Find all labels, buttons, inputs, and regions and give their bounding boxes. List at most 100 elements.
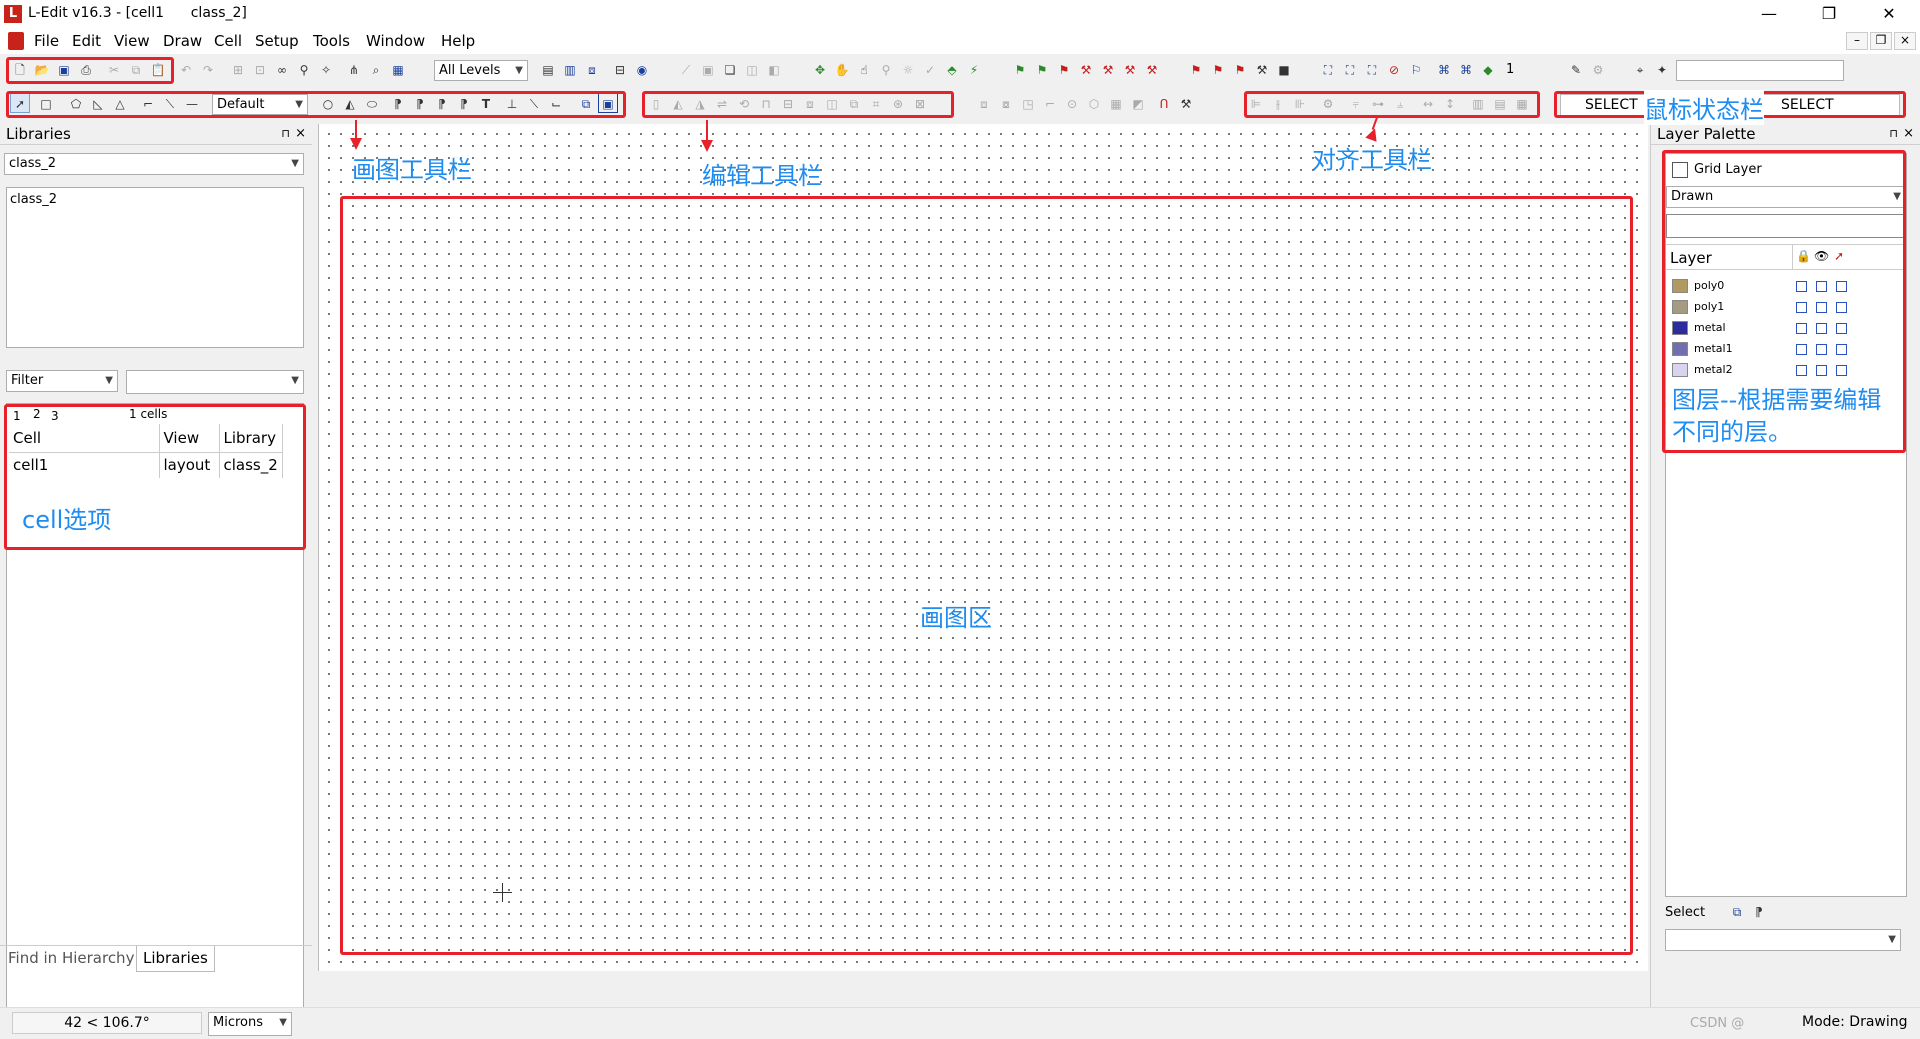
- boolean8-icon[interactable]: ◩: [1128, 93, 1148, 113]
- select-flag-icon[interactable]: ⚐: [1406, 59, 1426, 79]
- wand-icon[interactable]: ✧: [316, 59, 336, 79]
- col-cell[interactable]: Cell: [9, 424, 160, 453]
- group-icon[interactable]: ⌘: [1434, 59, 1454, 79]
- port-icon[interactable]: ⁋: [388, 93, 408, 113]
- cut-icon[interactable]: ✂: [104, 59, 124, 79]
- edit-end-icon[interactable]: ⊠: [910, 93, 930, 113]
- distribute-h-icon[interactable]: ↔: [1418, 93, 1438, 113]
- library-icon[interactable]: ⊟: [610, 59, 630, 79]
- mdi-close-button[interactable]: ×: [1894, 32, 1916, 50]
- check-icon[interactable]: ✓: [920, 59, 940, 79]
- minimize-button[interactable]: —: [1746, 2, 1792, 26]
- boolean7-icon[interactable]: ▦: [1106, 93, 1126, 113]
- mdi-restore-button[interactable]: ❐: [1870, 32, 1892, 50]
- same-width-icon[interactable]: ▥: [1468, 93, 1488, 113]
- polygon2-icon[interactable]: ◺: [88, 93, 108, 113]
- menu-window[interactable]: Window: [366, 32, 425, 50]
- slice-icon[interactable]: ⊟: [778, 93, 798, 113]
- layer-row[interactable]: metal1: [1666, 339, 1906, 360]
- edit2-icon[interactable]: ◭: [668, 93, 688, 113]
- layer-visible-checkbox[interactable]: [1816, 323, 1827, 334]
- undo-icon[interactable]: ↶: [176, 59, 196, 79]
- target-icon[interactable]: ⌖: [1630, 59, 1650, 79]
- command-input[interactable]: [1676, 60, 1844, 81]
- filter-select[interactable]: Filter ▼: [6, 370, 118, 392]
- select-all-icon[interactable]: ⛶: [1318, 59, 1338, 79]
- menu-tools[interactable]: Tools: [313, 32, 350, 50]
- layer-select-checkbox[interactable]: [1836, 281, 1847, 292]
- layer-lock-checkbox[interactable]: [1796, 344, 1807, 355]
- open-cell-icon[interactable]: ▤: [538, 59, 558, 79]
- align-right-icon[interactable]: ⊪: [1290, 93, 1310, 113]
- menu-draw[interactable]: Draw: [163, 32, 202, 50]
- menu-view[interactable]: View: [114, 32, 150, 50]
- zoom-box-icon[interactable]: ⊞: [228, 59, 248, 79]
- layer-row[interactable]: poly1: [1666, 297, 1906, 318]
- layer-visible-checkbox[interactable]: [1816, 365, 1827, 376]
- move-icon[interactable]: ✥: [810, 59, 830, 79]
- ruler-draw-icon[interactable]: ⊥: [502, 93, 522, 113]
- same-height-icon[interactable]: ▤: [1490, 93, 1510, 113]
- port3-icon[interactable]: ⁋: [432, 93, 452, 113]
- align-gear-icon[interactable]: ⚙: [1318, 93, 1338, 113]
- align-middle-icon[interactable]: ⊶: [1368, 93, 1388, 113]
- layer-lock-checkbox[interactable]: [1796, 302, 1807, 313]
- mdi-minimize-button[interactable]: –: [1846, 32, 1868, 50]
- library-list-item[interactable]: class_2: [7, 188, 303, 211]
- drc-error-icon[interactable]: ⚑: [1054, 59, 1074, 79]
- find-icon[interactable]: ⚲: [294, 59, 314, 79]
- edit3-icon[interactable]: ◮: [690, 93, 710, 113]
- style-combo[interactable]: Default ▼: [212, 94, 308, 115]
- menu-setup[interactable]: Setup: [255, 32, 299, 50]
- tab-libraries[interactable]: Libraries: [136, 946, 215, 972]
- hierarchy-icon[interactable]: ⋔: [344, 59, 364, 79]
- select-port-icon[interactable]: ⁋: [1749, 901, 1769, 921]
- layer-select-checkbox[interactable]: [1836, 365, 1847, 376]
- wire-bend-icon[interactable]: ⌐: [138, 93, 158, 113]
- copy-cell-icon[interactable]: ▥: [560, 59, 580, 79]
- layer-select-checkbox[interactable]: [1836, 302, 1847, 313]
- col-layer[interactable]: Layer: [1670, 249, 1712, 267]
- port4-icon[interactable]: ⁋: [454, 93, 474, 113]
- tool3-icon[interactable]: ⚒: [1120, 59, 1140, 79]
- wire-line-icon[interactable]: —: [182, 93, 202, 113]
- page-tab-3[interactable]: 3: [51, 409, 59, 423]
- cross-section-icon[interactable]: ⬘: [942, 59, 962, 79]
- boolean5-icon[interactable]: ⊙: [1062, 93, 1082, 113]
- lock-icon[interactable]: 🔒: [1796, 249, 1811, 263]
- close-button[interactable]: ✕: [1866, 2, 1912, 26]
- grid-layer-checkbox[interactable]: [1672, 162, 1688, 178]
- redo-icon[interactable]: ↷: [198, 59, 218, 79]
- align-left-icon[interactable]: ⊫: [1246, 93, 1266, 113]
- torus-icon[interactable]: ⬭: [362, 93, 382, 113]
- same-size-icon[interactable]: ▦: [1512, 93, 1532, 113]
- visibility-icon[interactable]: 👁: [1814, 249, 1829, 263]
- close-icon[interactable]: ×: [295, 123, 306, 145]
- layer-lock-checkbox[interactable]: [1796, 323, 1807, 334]
- boolean3-icon[interactable]: ◳: [1018, 93, 1038, 113]
- layer-select-checkbox[interactable]: [1836, 344, 1847, 355]
- align-bottom-icon[interactable]: ⫨: [1390, 93, 1410, 113]
- binoculars-icon[interactable]: ∞: [272, 59, 292, 79]
- tab-find-in-hierarchy[interactable]: Find in Hierarchy: [2, 946, 140, 972]
- pex-icon[interactable]: ⚑: [1230, 59, 1250, 79]
- page-tab-2[interactable]: 2: [33, 407, 41, 421]
- align-center-icon[interactable]: ⫲: [1268, 93, 1288, 113]
- text-icon[interactable]: T: [476, 93, 496, 113]
- lvs-icon[interactable]: ⚑: [1208, 59, 1228, 79]
- boolean1-icon[interactable]: ⧈: [974, 93, 994, 113]
- light-icon[interactable]: ☼: [898, 59, 918, 79]
- pan-icon[interactable]: ✋: [832, 59, 852, 79]
- boolean6-icon[interactable]: ⬡: [1084, 93, 1104, 113]
- cell-instance-icon[interactable]: ▣: [598, 93, 618, 113]
- layer-row[interactable]: metal: [1666, 318, 1906, 339]
- page-tab-1[interactable]: 1: [13, 409, 21, 423]
- col-library[interactable]: Library: [219, 424, 283, 453]
- drawing-canvas[interactable]: [318, 124, 1648, 971]
- print-icon[interactable]: ⎙: [76, 59, 96, 79]
- open-file-icon[interactable]: 📂: [32, 59, 52, 79]
- layer-mode-select[interactable]: Drawn ▼: [1666, 186, 1906, 208]
- drc-run-icon[interactable]: ⚑: [1186, 59, 1206, 79]
- table-row[interactable]: cell1 layout class_2: [9, 452, 283, 478]
- tool1-icon[interactable]: ⚒: [1076, 59, 1096, 79]
